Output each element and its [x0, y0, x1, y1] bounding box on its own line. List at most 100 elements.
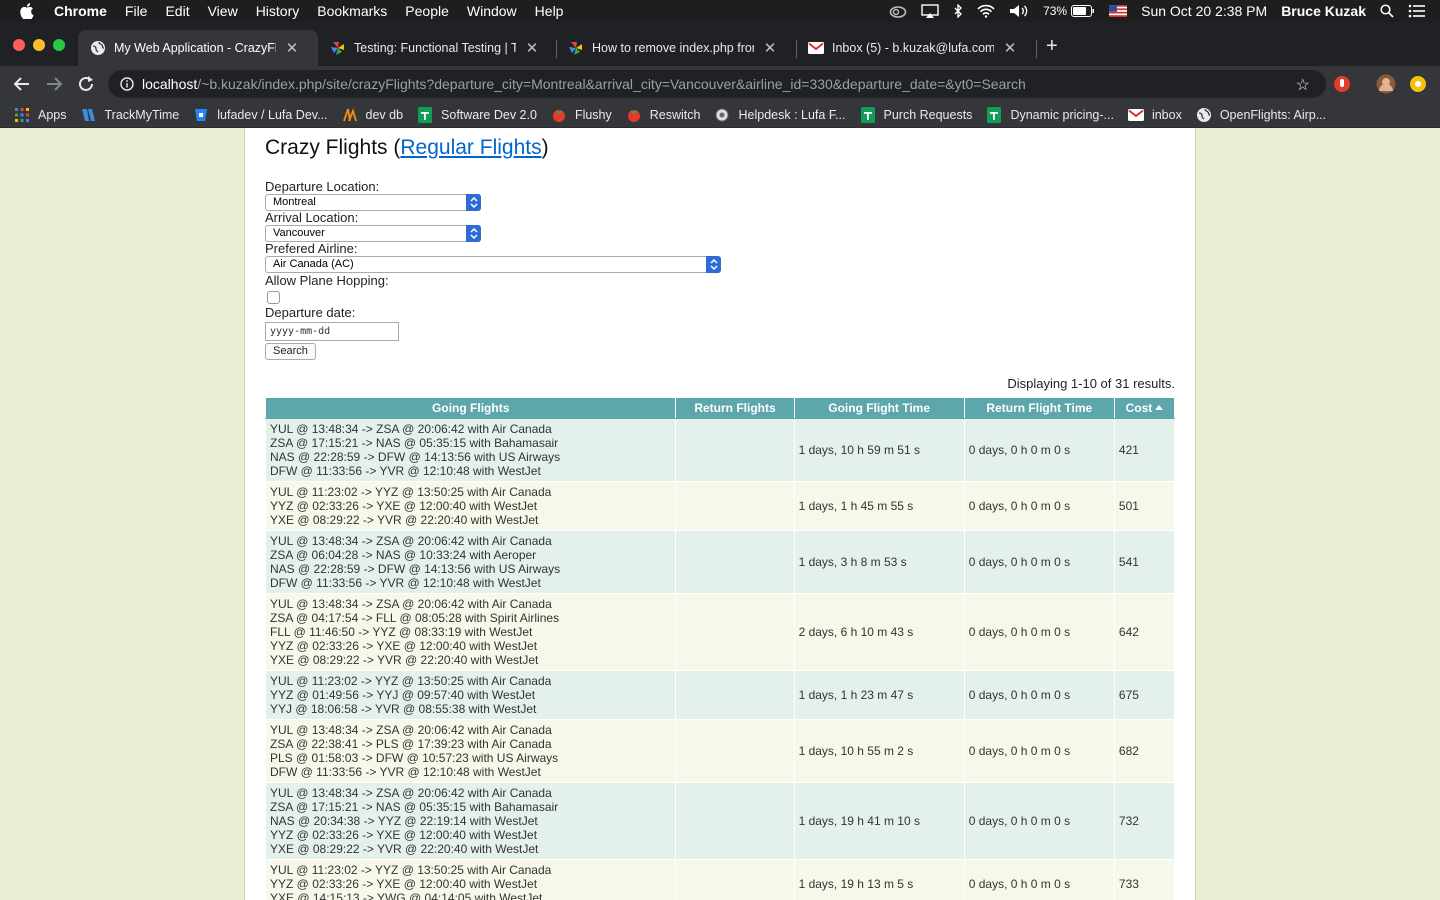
bookmark-purch-requests[interactable]: Purch Requests: [860, 106, 972, 123]
bookmark-lufadev[interactable]: lufadev / Lufa Dev...: [193, 107, 328, 123]
departure-select[interactable]: Montreal: [265, 194, 481, 211]
bookmark-flushy[interactable]: Flushy: [551, 107, 612, 123]
bookmark-dynamic-pricing[interactable]: Dynamic pricing-...: [986, 106, 1114, 123]
column-going-flights[interactable]: Going Flights: [264, 397, 677, 419]
going-flight-time-cell: 1 days, 3 h 8 m 53 s: [793, 530, 965, 594]
os-menu-bar: Chrome File Edit View History Bookmarks …: [0, 0, 1440, 22]
column-going-flight-time[interactable]: Going Flight Time: [793, 397, 965, 419]
window-close-button[interactable]: [13, 39, 25, 51]
spotlight-search-icon[interactable]: [1380, 4, 1394, 18]
tab-close-icon[interactable]: ✕: [762, 39, 778, 57]
column-return-flight-time[interactable]: Return Flight Time: [963, 397, 1115, 419]
apps-grid-icon: [14, 107, 30, 123]
bookmark-dev-db[interactable]: dev db: [342, 107, 403, 123]
sheets-icon: [986, 106, 1002, 123]
globe-icon: [90, 40, 106, 56]
flight-leg: ZSA @ 17:15:21 -> NAS @ 05:35:15 with Ba…: [270, 800, 559, 814]
window-zoom-button[interactable]: [53, 39, 65, 51]
going-flight-time-cell: 1 days, 19 h 41 m 10 s: [793, 782, 965, 860]
reload-icon[interactable]: [75, 73, 97, 95]
tab-close-icon[interactable]: ✕: [284, 39, 300, 57]
column-cost[interactable]: Cost: [1113, 397, 1176, 419]
going-flights-cell: YUL @ 13:48:34 -> ZSA @ 20:06:42 with Ai…: [264, 719, 677, 783]
sort-ascending-icon: [1155, 405, 1164, 410]
current-user[interactable]: Bruce Kuzak: [1281, 3, 1366, 19]
battery-icon[interactable]: [1071, 5, 1095, 17]
window-minimize-button[interactable]: [33, 39, 45, 51]
tab-close-icon[interactable]: ✕: [524, 39, 540, 57]
wifi-icon[interactable]: [977, 4, 995, 18]
bookmark-star-icon[interactable]: ☆: [1296, 75, 1310, 95]
flight-leg: YYZ @ 02:33:26 -> YXE @ 12:00:40 with We…: [270, 877, 538, 891]
profile-avatar[interactable]: [1376, 74, 1396, 99]
menu-view[interactable]: View: [208, 3, 238, 19]
airline-select[interactable]: Air Canada (AC): [265, 256, 721, 273]
tab-title: How to remove index.php from: [592, 41, 754, 55]
address-bar[interactable]: localhost/~b.kuzak/index.php/site/crazyF…: [108, 70, 1326, 98]
pinwheel-favicon-icon: [568, 40, 584, 56]
tab-remove-index-php[interactable]: How to remove index.php from ✕: [556, 30, 796, 66]
extension-yellow-icon[interactable]: [1409, 75, 1427, 98]
info-icon[interactable]: [120, 77, 134, 91]
arrival-select[interactable]: Vancouver: [265, 225, 481, 242]
flight-leg: FLL @ 11:46:50 -> YYZ @ 08:33:19 with We…: [270, 625, 533, 639]
bookmark-software-dev[interactable]: Software Dev 2.0: [417, 106, 537, 123]
going-flights-cell: YUL @ 13:48:34 -> ZSA @ 20:06:42 with Ai…: [264, 782, 677, 860]
bookmark-openflights[interactable]: OpenFlights: Airp...: [1196, 107, 1326, 123]
plane-hopping-checkbox[interactable]: [267, 291, 280, 304]
us-flag-icon[interactable]: [1109, 5, 1128, 17]
new-tab-button[interactable]: +: [1046, 35, 1058, 58]
bookmark-apps[interactable]: Apps: [14, 107, 67, 123]
tab-gmail-inbox[interactable]: Inbox (5) - b.kuzak@lufa.com - ✕: [796, 30, 1036, 66]
menu-file[interactable]: File: [125, 3, 148, 19]
menu-history[interactable]: History: [256, 3, 300, 19]
tab-functional-testing[interactable]: Testing: Functional Testing | Th ✕: [318, 30, 556, 66]
volume-icon[interactable]: [1009, 4, 1029, 18]
creative-cloud-icon[interactable]: [889, 4, 907, 18]
menu-edit[interactable]: Edit: [165, 3, 189, 19]
bookmark-helpdesk[interactable]: Helpdesk : Lufa F...: [714, 107, 846, 123]
table-row[interactable]: YUL @ 13:48:34 -> ZSA @ 20:06:42 with Ai…: [264, 719, 1176, 783]
menu-app-name[interactable]: Chrome: [54, 3, 107, 19]
return-flights-cell: [675, 418, 795, 482]
bitbucket-icon: [193, 107, 209, 123]
bluetooth-icon[interactable]: [953, 4, 963, 18]
table-row[interactable]: YUL @ 13:48:34 -> ZSA @ 20:06:42 with Ai…: [264, 782, 1176, 860]
back-arrow-icon[interactable]: [11, 73, 33, 95]
table-row[interactable]: YUL @ 13:48:34 -> ZSA @ 20:06:42 with Ai…: [264, 593, 1176, 671]
tomato-icon: [626, 107, 642, 123]
search-button[interactable]: Search: [265, 343, 316, 360]
regular-flights-link[interactable]: Regular Flights: [400, 136, 541, 159]
flight-leg: ZSA @ 06:04:28 -> NAS @ 10:33:24 with Ae…: [270, 548, 537, 562]
table-row[interactable]: YUL @ 11:23:02 -> YYZ @ 13:50:25 with Ai…: [264, 481, 1176, 531]
clock-datetime[interactable]: Sun Oct 20 2:38 PM: [1141, 3, 1267, 19]
return-flights-cell: [675, 782, 795, 860]
flight-leg: YYZ @ 02:33:26 -> YXE @ 12:00:40 with We…: [270, 499, 538, 513]
cost-cell: 733: [1113, 859, 1176, 900]
table-row[interactable]: YUL @ 13:48:34 -> ZSA @ 20:06:42 with Ai…: [264, 418, 1176, 482]
column-return-flights[interactable]: Return Flights: [675, 397, 795, 419]
bookmark-trackmytime[interactable]: TrackMyTime: [81, 107, 179, 123]
extension-red-icon[interactable]: [1333, 75, 1351, 98]
table-row[interactable]: YUL @ 11:23:02 -> YYZ @ 13:50:25 with Ai…: [264, 670, 1176, 720]
tab-close-icon[interactable]: ✕: [1002, 39, 1018, 57]
tab-my-web-application[interactable]: My Web Application - CrazyFlig ✕: [78, 30, 318, 66]
apple-icon[interactable]: [20, 3, 36, 19]
bookmark-reswitch[interactable]: Reswitch: [626, 107, 700, 123]
bookmark-inbox[interactable]: inbox: [1127, 107, 1182, 123]
airplay-icon[interactable]: [921, 4, 939, 18]
menu-window[interactable]: Window: [467, 3, 517, 19]
pinwheel-favicon-icon: [330, 40, 346, 56]
notification-center-icon[interactable]: [1408, 4, 1426, 18]
flight-leg: YYJ @ 18:06:58 -> YVR @ 08:55:38 with We…: [270, 702, 537, 716]
menu-bookmarks[interactable]: Bookmarks: [317, 3, 387, 19]
return-flights-cell: [675, 859, 795, 900]
forward-arrow-icon[interactable]: [43, 73, 65, 95]
menu-people[interactable]: People: [405, 3, 449, 19]
globe-icon: [1196, 107, 1212, 123]
table-row[interactable]: YUL @ 11:23:02 -> YYZ @ 13:50:25 with Ai…: [264, 859, 1176, 900]
table-row[interactable]: YUL @ 13:48:34 -> ZSA @ 20:06:42 with Ai…: [264, 530, 1176, 594]
flight-leg: NAS @ 22:28:59 -> DFW @ 14:13:56 with US…: [270, 562, 561, 576]
menu-help[interactable]: Help: [535, 3, 564, 19]
departure-date-input[interactable]: yyyy-mm-dd: [265, 322, 399, 341]
